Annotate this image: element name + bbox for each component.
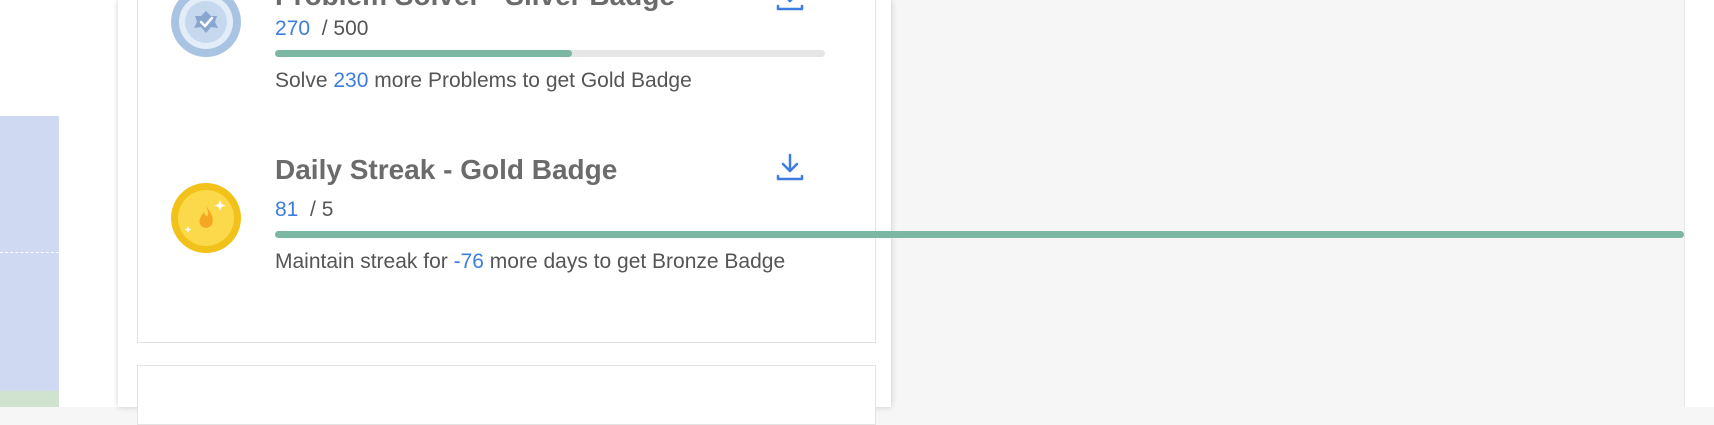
background-chart-fragment xyxy=(0,116,59,407)
progress-current: 270 xyxy=(275,17,311,40)
progress-current: 81 xyxy=(275,198,299,221)
badge-description: Solve 230 more Problems to get Gold Badg… xyxy=(275,69,692,92)
progress-fill xyxy=(275,50,572,57)
badge-description: Maintain streak for -76 more days to get… xyxy=(275,250,786,273)
badge-title: Problem Solver - Silver Badge xyxy=(275,0,675,12)
badge-progress-text: 270 / 500 xyxy=(275,17,368,41)
next-card xyxy=(137,365,876,425)
left-background-area xyxy=(0,0,118,407)
progress-fill xyxy=(275,231,1684,238)
gold-badge-icon xyxy=(170,182,242,254)
silver-badge-icon xyxy=(170,0,242,58)
progress-total: / 5 xyxy=(310,198,334,221)
progress-total: / 500 xyxy=(321,17,369,40)
badge-title: Daily Streak - Gold Badge xyxy=(275,154,618,185)
download-icon[interactable] xyxy=(775,152,805,182)
remaining-count: -76 xyxy=(453,250,484,273)
chart-gridline xyxy=(0,252,59,253)
right-edge-strip xyxy=(1684,0,1714,407)
remaining-count: 230 xyxy=(333,69,369,92)
badge-progress-text: 81 / 5 xyxy=(275,198,333,222)
download-icon[interactable] xyxy=(775,0,805,12)
chart-bar-fragment xyxy=(0,391,59,407)
